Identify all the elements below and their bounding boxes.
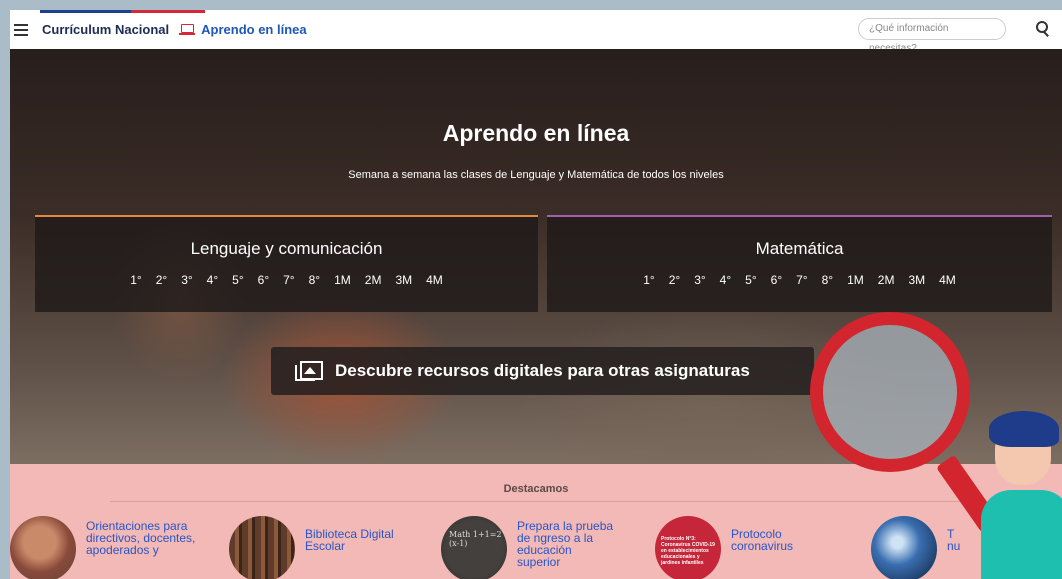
- featured-image-text: Math 1+1=2 (x-1): [449, 530, 502, 548]
- grade-link-lenguaje[interactable]: 2M: [358, 273, 389, 287]
- featured-item-partial[interactable]: T nu: [871, 516, 961, 579]
- grade-link-matematica[interactable]: 3M: [901, 273, 932, 287]
- featured-item-protocolo[interactable]: Protocolo N°3: Coronavirus COVID-19 en e…: [655, 516, 821, 579]
- hero-subtitle: Semana a semana las clases de Lenguaje y…: [348, 169, 724, 181]
- discover-resources-label: Descubre recursos digitales para otras a…: [335, 361, 750, 380]
- grade-link-lenguaje[interactable]: 7°: [276, 273, 301, 287]
- grade-link-matematica[interactable]: 7°: [789, 273, 814, 287]
- featured-label: Orientaciones para directivos, docentes,…: [86, 519, 196, 557]
- grade-link-matematica[interactable]: 1°: [636, 273, 661, 287]
- grade-link-matematica[interactable]: 6°: [764, 273, 789, 287]
- subject-card-lenguaje: Lenguaje y comunicación 1° 2° 3° 4° 5° 6…: [35, 215, 538, 312]
- destacamos-section: Destacamos Orientaciones para directivos…: [10, 464, 1062, 579]
- featured-label: Biblioteca Digital Escolar: [305, 527, 394, 553]
- featured-thumbnail: Protocolo N°3: Coronavirus COVID-19 en e…: [655, 516, 721, 579]
- grade-link-matematica[interactable]: 3°: [687, 273, 712, 287]
- featured-label: T nu: [947, 527, 961, 553]
- featured-label: Prepara la prueba de ngreso a la educaci…: [517, 519, 614, 569]
- featured-thumbnail: [871, 516, 937, 579]
- top-navbar: Currículum Nacional Aprendo en línea ¿Qu…: [10, 10, 1062, 54]
- brand-title[interactable]: Currículum Nacional: [42, 22, 169, 37]
- grade-link-lenguaje[interactable]: 6°: [251, 273, 276, 287]
- brand-accent-bar: [40, 10, 205, 13]
- featured-item-prueba-ingreso[interactable]: Math 1+1=2 (x-1) Prepara la prueba de ng…: [441, 516, 617, 579]
- aprendo-en-linea-link[interactable]: Aprendo en línea: [201, 22, 306, 37]
- subject-title-lenguaje: Lenguaje y comunicación: [190, 239, 383, 258]
- grade-link-lenguaje[interactable]: 5°: [225, 273, 250, 287]
- featured-item-biblioteca[interactable]: Biblioteca Digital Escolar: [229, 516, 417, 579]
- hero-title: Aprendo en línea: [442, 120, 630, 146]
- subject-title-matematica: Matemática: [755, 239, 844, 258]
- grade-list-matematica: 1° 2° 3° 4° 5° 6° 7° 8° 1M 2M 3M 4M: [547, 273, 1052, 287]
- grade-link-lenguaje[interactable]: 4°: [200, 273, 225, 287]
- featured-item-orientaciones[interactable]: Orientaciones para directivos, docentes,…: [10, 516, 198, 579]
- subject-card-matematica: Matemática 1° 2° 3° 4° 5° 6° 7° 8° 1M 2M…: [547, 215, 1052, 312]
- grade-link-matematica[interactable]: 4°: [713, 273, 738, 287]
- grade-link-lenguaje[interactable]: 1°: [123, 273, 148, 287]
- grade-link-matematica[interactable]: 2°: [662, 273, 687, 287]
- grade-list-lenguaje: 1° 2° 3° 4° 5° 6° 7° 8° 1M 2M 3M 4M: [35, 273, 538, 287]
- grade-link-lenguaje[interactable]: 3M: [388, 273, 419, 287]
- destacamos-title: Destacamos: [503, 483, 569, 495]
- menu-icon[interactable]: [14, 23, 28, 36]
- discover-resources-button[interactable]: Descubre recursos digitales para otras a…: [271, 347, 814, 395]
- gallery-icon: [295, 361, 323, 381]
- grade-link-lenguaje[interactable]: 4M: [419, 273, 450, 287]
- grade-link-lenguaje[interactable]: 3°: [174, 273, 199, 287]
- search-icon[interactable]: [1036, 21, 1049, 37]
- browser-viewport: Currículum Nacional Aprendo en línea ¿Qu…: [10, 10, 1062, 579]
- featured-label: Protocolo coronavirus: [731, 527, 794, 553]
- search-input[interactable]: ¿Qué información necesitas?: [858, 18, 1006, 54]
- featured-image-text: Protocolo N°3: Coronavirus COVID-19 en e…: [661, 536, 715, 566]
- grade-link-lenguaje[interactable]: 1M: [327, 273, 358, 287]
- grade-link-matematica[interactable]: 1M: [840, 273, 871, 287]
- grade-link-matematica[interactable]: 2M: [871, 273, 902, 287]
- person-illustration: [975, 405, 1062, 579]
- featured-thumbnail: [229, 516, 295, 579]
- grade-link-lenguaje[interactable]: 8°: [302, 273, 327, 287]
- grade-link-matematica[interactable]: 4M: [932, 273, 963, 287]
- grade-link-lenguaje[interactable]: 2°: [149, 273, 174, 287]
- grade-link-matematica[interactable]: 8°: [815, 273, 840, 287]
- laptop-icon: [179, 24, 196, 35]
- magnifier-illustration: [810, 312, 970, 472]
- featured-thumbnail: Math 1+1=2 (x-1): [441, 516, 507, 579]
- destacamos-divider: [110, 501, 960, 502]
- featured-thumbnail: [10, 516, 76, 579]
- grade-link-matematica[interactable]: 5°: [738, 273, 763, 287]
